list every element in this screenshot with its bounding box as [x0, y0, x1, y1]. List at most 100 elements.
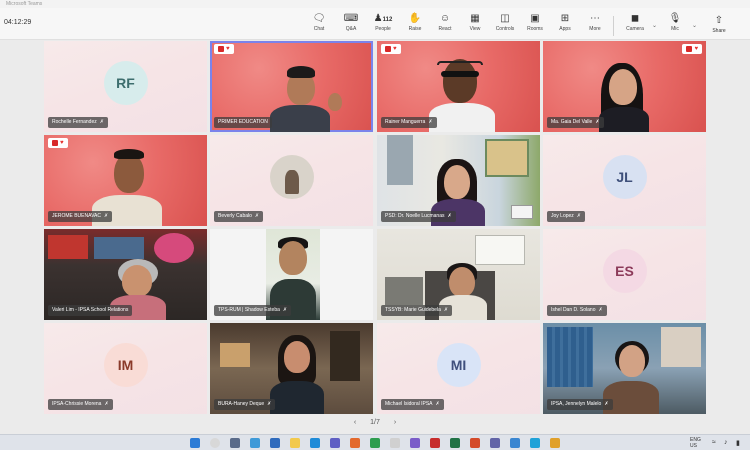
- participant-tile[interactable]: TSSYB: Marie Guidebela ✗: [377, 229, 540, 320]
- people-icon: ♟: [373, 13, 383, 24]
- app-icon[interactable]: [370, 438, 380, 448]
- participant-tile-active-speaker[interactable]: ♥ PRIMER EDUCATION: [210, 41, 373, 132]
- start-icon[interactable]: [190, 438, 200, 448]
- organization-logo: ♥: [682, 44, 702, 54]
- widgets-icon[interactable]: [250, 438, 260, 448]
- participant-name-label: PRIMER EDUCATION: [214, 117, 272, 128]
- app-icon[interactable]: [510, 438, 520, 448]
- next-page-button[interactable]: ›: [394, 419, 396, 426]
- participant-tile[interactable]: PSD: Dr. Noelle Lucmanas ✗: [377, 135, 540, 226]
- share-screen-icon: ⇧: [714, 15, 724, 26]
- app-icon[interactable]: [430, 438, 440, 448]
- mic-muted-icon: ✗: [443, 307, 449, 313]
- meeting-timer: 04:12:29: [4, 19, 32, 26]
- previous-page-button[interactable]: ‹: [354, 419, 356, 426]
- file-explorer-icon[interactable]: [290, 438, 300, 448]
- mic-muted-icon: ✗: [576, 213, 581, 219]
- avatar: ES: [602, 248, 647, 293]
- camera-button[interactable]: ◼ Camera: [622, 12, 648, 38]
- meeting-toolbar: 04:12:29 🗨 Chat ⌨ Q&A ♟112 People ✋ Raise ☺ R…: [0, 8, 750, 40]
- participant-name-label: IPSA, Jennelyn Malelo ✗: [547, 399, 613, 410]
- apps-button[interactable]: ⊞ Apps: [552, 12, 578, 38]
- app-icon[interactable]: [530, 438, 540, 448]
- volume-icon[interactable]: ♪: [724, 439, 728, 446]
- battery-icon[interactable]: ▮: [736, 439, 740, 447]
- app-icon[interactable]: [470, 438, 480, 448]
- ellipsis-icon: ⋯: [590, 13, 600, 24]
- participant-tile[interactable]: IM IPSA-Chrissie Morena ✗: [44, 323, 207, 414]
- app-icon[interactable]: [450, 438, 460, 448]
- share-button[interactable]: ⇧ Share: [706, 14, 732, 38]
- app-icon[interactable]: [350, 438, 360, 448]
- participant-tile[interactable]: IPSA, Jennelyn Malelo ✗: [543, 323, 706, 414]
- raise-hand-button[interactable]: ✋ Raise: [402, 12, 428, 38]
- page-indicator: 1/7: [370, 419, 380, 426]
- participant-name-label: IPSA-Chrissie Morena ✗: [48, 399, 113, 410]
- toolbar-divider: [613, 16, 614, 36]
- windows-taskbar: ENG US ≈ ♪ ▮: [0, 434, 750, 450]
- participant-tile[interactable]: JL Joy Lopez ✗: [543, 135, 706, 226]
- participant-name-label: Ishel Dan D. Solano ✗: [547, 305, 607, 316]
- qa-icon: ⌨: [343, 13, 359, 24]
- chat-button[interactable]: 🗨 Chat: [306, 12, 332, 38]
- teams-meeting-window: Microsoft Teams 04:12:29 🗨 Chat ⌨ Q&A ♟112…: [0, 0, 750, 450]
- camera-options-chevron-icon[interactable]: ⌄: [652, 22, 657, 29]
- qa-button[interactable]: ⌨ Q&A: [338, 12, 364, 38]
- avatar: IM: [103, 342, 148, 387]
- controls-button[interactable]: ◫ Controls: [492, 12, 518, 38]
- participant-tile[interactable]: Valeri Lim - IPSA School Relations: [44, 229, 207, 320]
- participant-name-label: TSSYB: Marie Guidebela ✗: [381, 305, 453, 316]
- mic-muted-icon: ✗: [435, 401, 440, 407]
- apps-plus-icon: ⊞: [560, 13, 570, 24]
- mic-muted-icon: ✗: [598, 307, 603, 313]
- mic-options-chevron-icon[interactable]: ⌄: [692, 22, 697, 29]
- participant-tile[interactable]: ES Ishel Dan D. Solano ✗: [543, 229, 706, 320]
- participant-tile[interactable]: Beverly Cabalo ✗: [210, 135, 373, 226]
- mic-muted-icon: ✗: [428, 119, 433, 125]
- app-icon[interactable]: [550, 438, 560, 448]
- task-view-icon[interactable]: [230, 438, 240, 448]
- organization-logo: ♥: [48, 138, 68, 148]
- search-icon[interactable]: [210, 438, 220, 448]
- app-icon[interactable]: [390, 438, 400, 448]
- edge-icon[interactable]: [310, 438, 320, 448]
- participant-tile[interactable]: MI Michael Isidoral IPSA ✗: [377, 323, 540, 414]
- camera-off-icon: ◼: [630, 13, 640, 24]
- mic-muted-icon: ✗: [104, 213, 109, 219]
- mic-muted-icon: ✗: [447, 213, 452, 219]
- participant-name-label: Joy Lopez ✗: [547, 211, 585, 222]
- mic-muted-icon: ✗: [99, 119, 104, 125]
- participant-name-label: PSD: Dr. Noelle Lucmanas ✗: [381, 211, 456, 222]
- participant-tile[interactable]: RF Rochelle Fernandez ✗: [44, 41, 207, 132]
- react-button[interactable]: ☺ React: [432, 12, 458, 38]
- people-button[interactable]: ♟112 People: [370, 12, 396, 38]
- app-icon[interactable]: [410, 438, 420, 448]
- mic-muted-icon: ✗: [595, 119, 600, 125]
- app-icon[interactable]: [270, 438, 280, 448]
- mic-button[interactable]: 🎙 Mic: [662, 12, 688, 38]
- teams-icon[interactable]: [490, 438, 500, 448]
- language-indicator[interactable]: ENG US: [690, 437, 701, 449]
- more-button[interactable]: ⋯ More: [582, 12, 608, 38]
- participant-name-label: JEROME BUENAVAC ✗: [48, 211, 113, 222]
- rooms-button[interactable]: ▣ Rooms: [522, 12, 548, 38]
- participant-name-label: Michael Isidoral IPSA ✗: [381, 399, 444, 410]
- rooms-icon: ▣: [530, 13, 540, 24]
- participant-tile[interactable]: BURA-Haney Deque ✗: [210, 323, 373, 414]
- participant-tile[interactable]: ♥ Ma. Gaia Del Valle ✗: [543, 41, 706, 132]
- participant-name-label: Valeri Lim - IPSA School Relations: [48, 305, 133, 316]
- avatar-photo: [269, 154, 314, 199]
- hand-icon: ✋: [408, 13, 422, 24]
- mic-muted-icon: ✗: [604, 401, 609, 407]
- organization-logo: ♥: [381, 44, 401, 54]
- participant-tile[interactable]: TPS-RUM | Shadow Esteba ✗: [210, 229, 373, 320]
- organization-logo: ♥: [214, 44, 234, 54]
- view-button[interactable]: ▦ View: [462, 12, 488, 38]
- wifi-icon[interactable]: ≈: [712, 439, 716, 446]
- participant-tile[interactable]: ♥ Rainer Manguerra ✗: [377, 41, 540, 132]
- participant-tile[interactable]: ♥ JEROME BUENAVAC ✗: [44, 135, 207, 226]
- app-icon[interactable]: [330, 438, 340, 448]
- smile-icon: ☺: [439, 13, 451, 24]
- mic-muted-icon: ✗: [104, 401, 109, 407]
- controls-icon: ◫: [500, 13, 510, 24]
